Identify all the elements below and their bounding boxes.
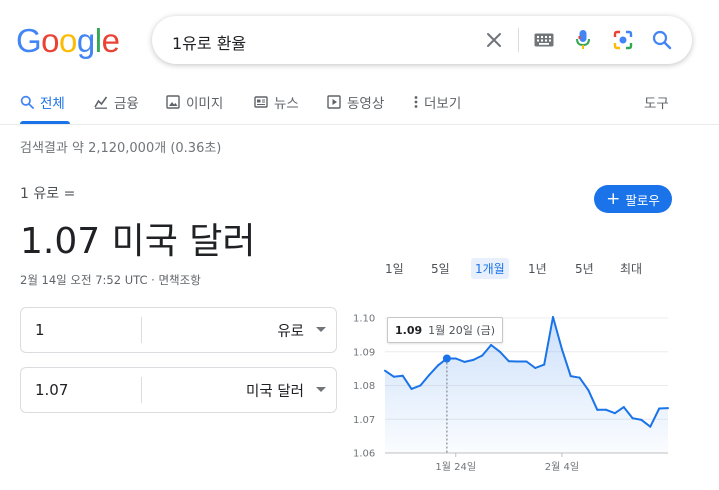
tooltip-value: 1.09 (395, 323, 423, 337)
search-input[interactable]: 1유로 환율 (172, 30, 246, 54)
plus-icon: + (606, 188, 621, 209)
search-icon[interactable] (650, 28, 674, 52)
tab-label: 이미지 (186, 96, 224, 112)
tab-label: 금융 (114, 96, 139, 112)
tooltip-date: 1월 20일 (금) (428, 324, 496, 337)
time-range-selector: 1일 5일 1개월 1년 5년 최대 (376, 258, 676, 280)
tab-news[interactable]: 뉴스 (254, 92, 299, 112)
search-tabs: 전체 금융 이미지 뉴스 동영상 더보기 도구 (0, 80, 719, 125)
y-tick-label: 1.06 (353, 449, 375, 460)
series-line-segment (392, 374, 404, 378)
follow-label: 팔로우 (625, 192, 660, 208)
chart-tooltip: 1.09 1월 20일 (금) (387, 317, 504, 343)
tab-all[interactable]: 전체 (20, 92, 65, 112)
y-tick-label: 1.10 (353, 314, 375, 325)
amount-input[interactable]: 1.07 (35, 381, 68, 399)
range-1d[interactable]: 1일 (381, 258, 408, 279)
lens-camera-icon[interactable] (611, 28, 635, 52)
field-divider (141, 377, 142, 403)
search-icon (20, 95, 34, 109)
close-icon[interactable] (482, 28, 506, 52)
tab-finance[interactable]: 금융 (94, 92, 139, 112)
tab-label: 전체 (40, 96, 65, 112)
dropdown-arrow-icon[interactable] (316, 327, 326, 332)
search-box[interactable]: 1유로 환율 (152, 16, 692, 64)
x-tick-label: 2월 4일 (545, 461, 579, 473)
amount-input[interactable]: 1 (35, 321, 45, 339)
follow-button[interactable]: + 팔로우 (594, 185, 672, 213)
converter-row-from: 1 유로 (20, 307, 337, 353)
microphone-icon[interactable] (571, 28, 595, 52)
range-5d[interactable]: 5일 (427, 258, 454, 279)
news-icon (254, 95, 268, 109)
tab-videos[interactable]: 동영상 (327, 92, 384, 112)
conversion-result: 1.07 미국 달러 (20, 221, 256, 262)
finance-chart-icon (94, 95, 108, 109)
search-divider (518, 28, 519, 52)
range-1y[interactable]: 1년 (524, 258, 551, 279)
conversion-source: 1 유로 = (20, 186, 76, 202)
image-icon (166, 95, 180, 109)
currency-select[interactable]: 유로 (277, 320, 304, 341)
tab-more[interactable]: 더보기 (412, 92, 461, 112)
result-stats: 검색결과 약 2,120,000개 (0.36초) (20, 141, 222, 156)
field-divider (141, 317, 142, 343)
more-vertical-icon (412, 95, 420, 109)
hover-point (442, 354, 451, 363)
range-1m[interactable]: 1개월 (471, 258, 509, 279)
tools-label: 도구 (644, 96, 669, 112)
range-max[interactable]: 최대 (616, 258, 646, 279)
conversion-timestamp: 2월 14일 오전 7:52 UTC · 면책조항 (20, 273, 201, 287)
range-5y[interactable]: 5년 (571, 258, 598, 279)
tab-label: 뉴스 (274, 96, 299, 112)
play-icon (327, 95, 341, 109)
converter-row-to: 1.07 미국 달러 (20, 367, 337, 413)
active-tab-indicator (20, 121, 70, 124)
y-tick-label: 1.07 (353, 415, 375, 426)
y-tick-label: 1.08 (353, 381, 375, 392)
currency-select[interactable]: 미국 달러 (246, 380, 304, 401)
dropdown-arrow-icon[interactable] (316, 387, 326, 392)
google-logo[interactable]: Google (16, 24, 120, 57)
tab-label: 더보기 (424, 96, 462, 112)
tools-button[interactable]: 도구 (644, 92, 669, 112)
tab-label: 동영상 (347, 96, 385, 112)
x-tick-label: 1월 24일 (435, 461, 476, 473)
keyboard-icon[interactable] (532, 28, 556, 52)
y-tick-label: 1.09 (353, 347, 375, 358)
tab-images[interactable]: 이미지 (166, 92, 223, 112)
